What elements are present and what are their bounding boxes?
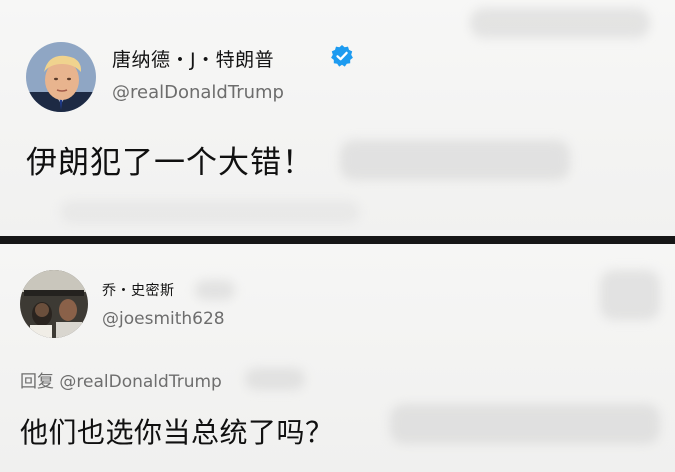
handle-trump[interactable]: @realDonaldTrump xyxy=(112,82,284,103)
avatar-trump[interactable] xyxy=(26,42,96,112)
blurred-area xyxy=(245,368,305,390)
blurred-area xyxy=(390,404,660,444)
tweet-card-trump[interactable] xyxy=(0,0,675,236)
blurred-area xyxy=(195,280,235,300)
reply-to-label[interactable]: 回复 @realDonaldTrump xyxy=(20,367,222,392)
blurred-area xyxy=(600,270,660,320)
display-name-trump[interactable]: 唐纳德・J・特朗普 xyxy=(112,45,274,72)
tweet-text-trump: 伊朗犯了一个大错！ xyxy=(26,145,314,181)
divider xyxy=(0,236,675,244)
handle-joe[interactable]: @joesmith628 xyxy=(102,309,225,329)
verified-badge-icon xyxy=(330,44,354,68)
blurred-area xyxy=(340,140,570,180)
blurred-area xyxy=(60,200,360,224)
blurred-area xyxy=(470,8,650,38)
tweet-text-joe: 他们也选你当总统了吗？ xyxy=(20,416,334,449)
avatar-joe[interactable] xyxy=(20,270,88,338)
display-name-joe[interactable]: 乔・史密斯 xyxy=(102,280,175,300)
